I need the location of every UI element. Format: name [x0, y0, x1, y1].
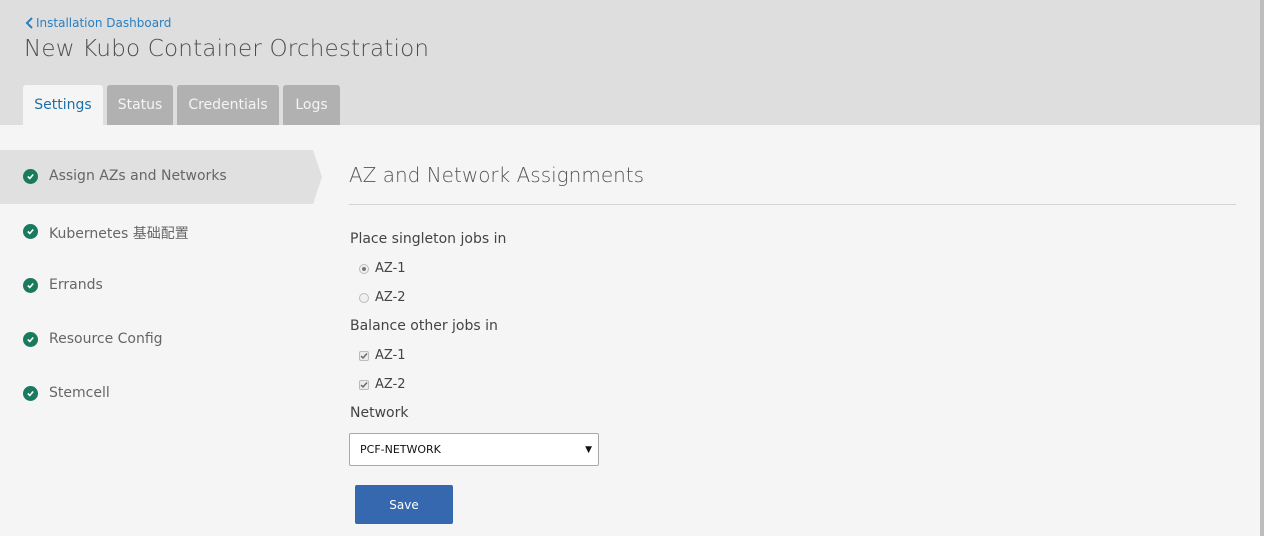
option-label: AZ-2	[375, 290, 406, 305]
check-circle-icon	[23, 386, 38, 401]
sidebar-item-label: Stemcell	[49, 385, 110, 401]
singleton-option-az2[interactable]: AZ-2	[359, 290, 406, 305]
balance-jobs-label: Balance other jobs in	[350, 318, 498, 334]
radio-button[interactable]	[359, 292, 369, 303]
sidebar-item-label: Resource Config	[49, 331, 163, 347]
checkbox[interactable]	[359, 350, 369, 361]
option-label: AZ-1	[375, 261, 406, 276]
back-link-label[interactable]: Installation Dashboard	[36, 16, 171, 30]
check-circle-icon	[23, 278, 38, 293]
back-link[interactable]: Installation Dashboard	[25, 16, 171, 30]
save-button[interactable]: Save	[355, 485, 453, 524]
radio-selected-dot	[362, 266, 366, 271]
sidebar-item-errands[interactable]: Errands	[0, 259, 313, 313]
check-circle-icon	[23, 224, 38, 239]
radio-button[interactable]	[359, 263, 369, 274]
sidebar-item-stemcell[interactable]: Stemcell	[0, 367, 313, 421]
singleton-option-az1[interactable]: AZ-1	[359, 261, 406, 276]
scrollbar[interactable]	[1260, 0, 1264, 536]
sidebar-item-resource-config[interactable]: Resource Config	[0, 313, 313, 367]
singleton-jobs-label: Place singleton jobs in	[350, 231, 507, 247]
network-label: Network	[350, 405, 409, 421]
tab-logs[interactable]: Logs	[283, 85, 340, 125]
check-circle-icon	[23, 169, 38, 184]
page-title: New Kubo Container Orchestration	[24, 36, 430, 62]
tab-settings[interactable]: Settings	[23, 85, 103, 125]
network-select-value: PCF-NETWORK	[360, 443, 441, 456]
checkmark-icon	[360, 381, 368, 388]
sidebar-item-label: Kubernetes 基础配置	[49, 226, 189, 242]
tab-credentials[interactable]: Credentials	[177, 85, 279, 125]
tab-status[interactable]: Status	[107, 85, 173, 125]
option-label: AZ-2	[375, 377, 406, 392]
section-title: AZ and Network Assignments	[349, 163, 645, 187]
checkmark-icon	[360, 352, 368, 359]
sidebar-item-assign-azs[interactable]: Assign AZs and Networks	[0, 150, 322, 204]
checkbox[interactable]	[359, 379, 369, 390]
option-label: AZ-1	[375, 348, 406, 363]
balance-option-az1[interactable]: AZ-1	[359, 348, 406, 363]
section-divider	[349, 204, 1236, 205]
dropdown-arrow-icon: ▼	[585, 445, 592, 455]
sidebar-item-label: Assign AZs and Networks	[49, 168, 227, 184]
chevron-left-icon	[25, 17, 33, 29]
check-circle-icon	[23, 332, 38, 347]
balance-option-az2[interactable]: AZ-2	[359, 377, 406, 392]
sidebar-item-kubernetes[interactable]: Kubernetes 基础配置	[0, 205, 313, 259]
network-select[interactable]: PCF-NETWORK ▼	[349, 433, 599, 466]
sidebar-item-label: Errands	[49, 277, 103, 293]
